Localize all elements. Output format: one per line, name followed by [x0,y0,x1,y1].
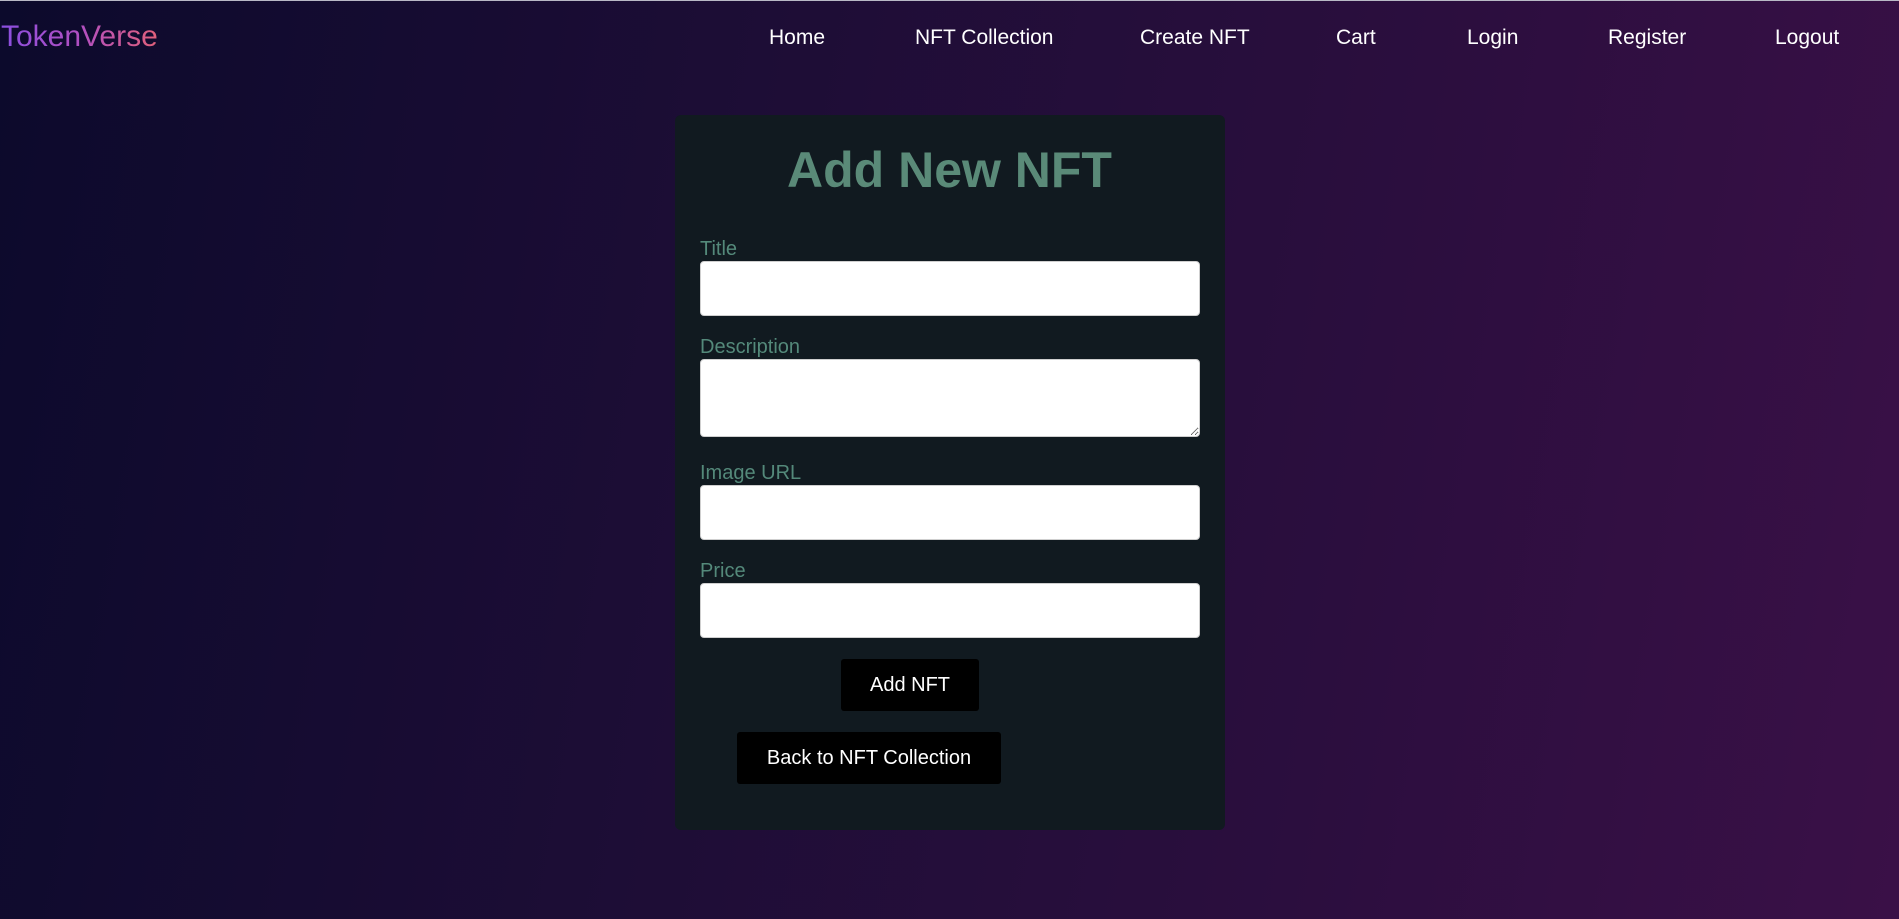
add-nft-button[interactable]: Add NFT [841,659,979,711]
image-url-label: Image URL [700,462,802,484]
nav-link-home[interactable]: Home [769,26,825,50]
nav-link-login[interactable]: Login [1467,26,1518,50]
nav-link-cart[interactable]: Cart [1336,26,1376,50]
nav-link-create-nft[interactable]: Create NFT [1140,26,1250,50]
nav-link-logout[interactable]: Logout [1775,26,1839,50]
image-url-input[interactable] [700,485,1200,540]
title-input[interactable] [700,261,1200,316]
price-input[interactable] [700,583,1200,638]
nav-link-register[interactable]: Register [1608,26,1686,50]
top-nav: Home NFT Collection Create NFT Cart Logi… [0,26,1899,50]
price-label: Price [700,560,746,582]
title-label: Title [700,238,738,260]
back-to-collection-button[interactable]: Back to NFT Collection [737,732,1001,784]
top-border [0,0,1899,1]
description-textarea[interactable] [700,359,1200,437]
description-label: Description [700,336,801,358]
nav-link-nft-collection[interactable]: NFT Collection [915,26,1054,50]
